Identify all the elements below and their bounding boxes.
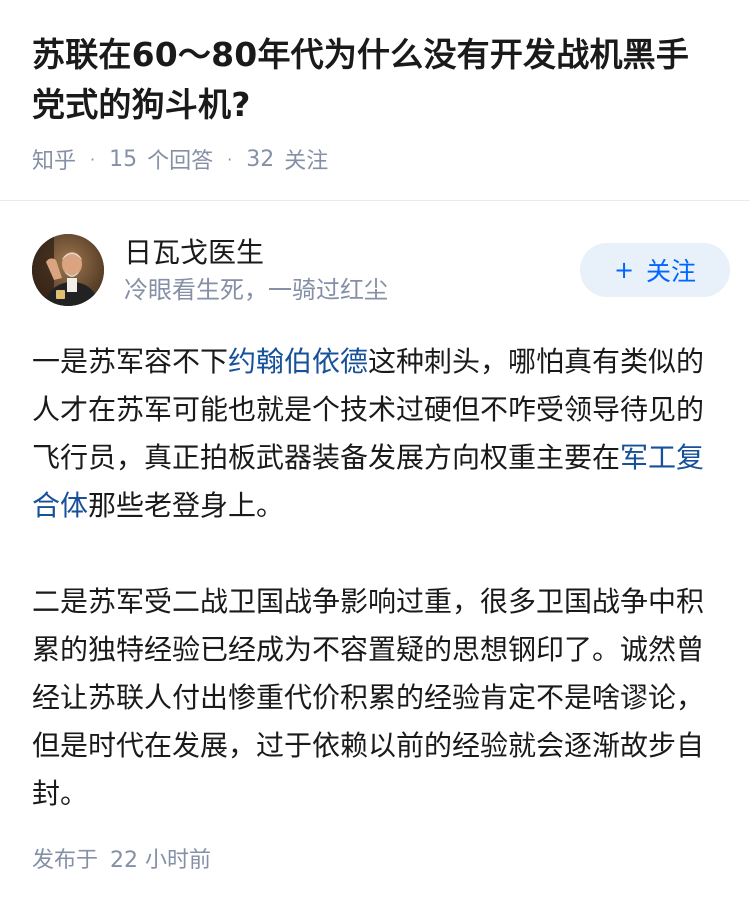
- answer-count-label[interactable]: 个回答: [147, 143, 213, 175]
- answer-card: 日瓦戈医生 冷眼看生死，一骑过红尘 + 关注 一是苏军容不下约翰伯依德这种刺头，…: [32, 230, 730, 866]
- published-label: 发布于: [32, 848, 99, 873]
- avatar[interactable]: [32, 234, 104, 306]
- author-bio: 冷眼看生死，一骑过红尘: [124, 276, 388, 304]
- avatar-photo-icon: [32, 234, 104, 306]
- follow-button-label: 关注: [646, 257, 697, 286]
- author-row: 日瓦戈医生 冷眼看生死，一骑过红尘 + 关注: [32, 230, 730, 310]
- follow-button[interactable]: + 关注: [580, 243, 730, 297]
- answer-content: 一是苏军容不下约翰伯依德这种刺头，哪怕真有类似的人才在苏军可能也就是个技术过硬但…: [32, 338, 718, 818]
- meta-separator: ·: [90, 149, 96, 169]
- author-info: 日瓦戈医生 冷眼看生死，一骑过红尘: [124, 233, 580, 307]
- author-name[interactable]: 日瓦戈医生: [124, 233, 580, 273]
- paragraph-text: 那些老登身上。: [88, 489, 285, 522]
- follow-count: 32: [246, 146, 275, 172]
- answer-paragraph-2: 二是苏军受二战卫国战争影响过重，很多卫国战争中积累的独特经验已经成为不容置疑的思…: [32, 585, 705, 810]
- answer-count: 15: [109, 146, 138, 172]
- answer-paragraph-1: 一是苏军容不下约翰伯依德这种刺头，哪怕真有类似的人才在苏军可能也就是个技术过硬但…: [32, 338, 718, 530]
- meta-separator: ·: [227, 149, 233, 169]
- section-divider: [0, 200, 750, 201]
- question-header: 苏联在60～80年代为什么没有开发战机黑手党式的狗斗机? 知乎 · 15 个回答…: [0, 0, 750, 176]
- question-meta: 知乎 · 15 个回答 · 32 关注: [32, 142, 718, 176]
- paragraph-text: 一是苏军容不下: [32, 345, 229, 378]
- source-label[interactable]: 知乎: [32, 143, 76, 175]
- follow-count-label: 关注: [284, 149, 329, 174]
- question-title[interactable]: 苏联在60～80年代为什么没有开发战机黑手党式的狗斗机?: [32, 30, 718, 130]
- link-john-boyd[interactable]: 约翰伯依德: [228, 345, 368, 378]
- published-time: 发布于 22 小时前: [32, 842, 211, 874]
- published-time-value: 22 小时前: [110, 848, 212, 873]
- plus-icon: +: [613, 256, 635, 284]
